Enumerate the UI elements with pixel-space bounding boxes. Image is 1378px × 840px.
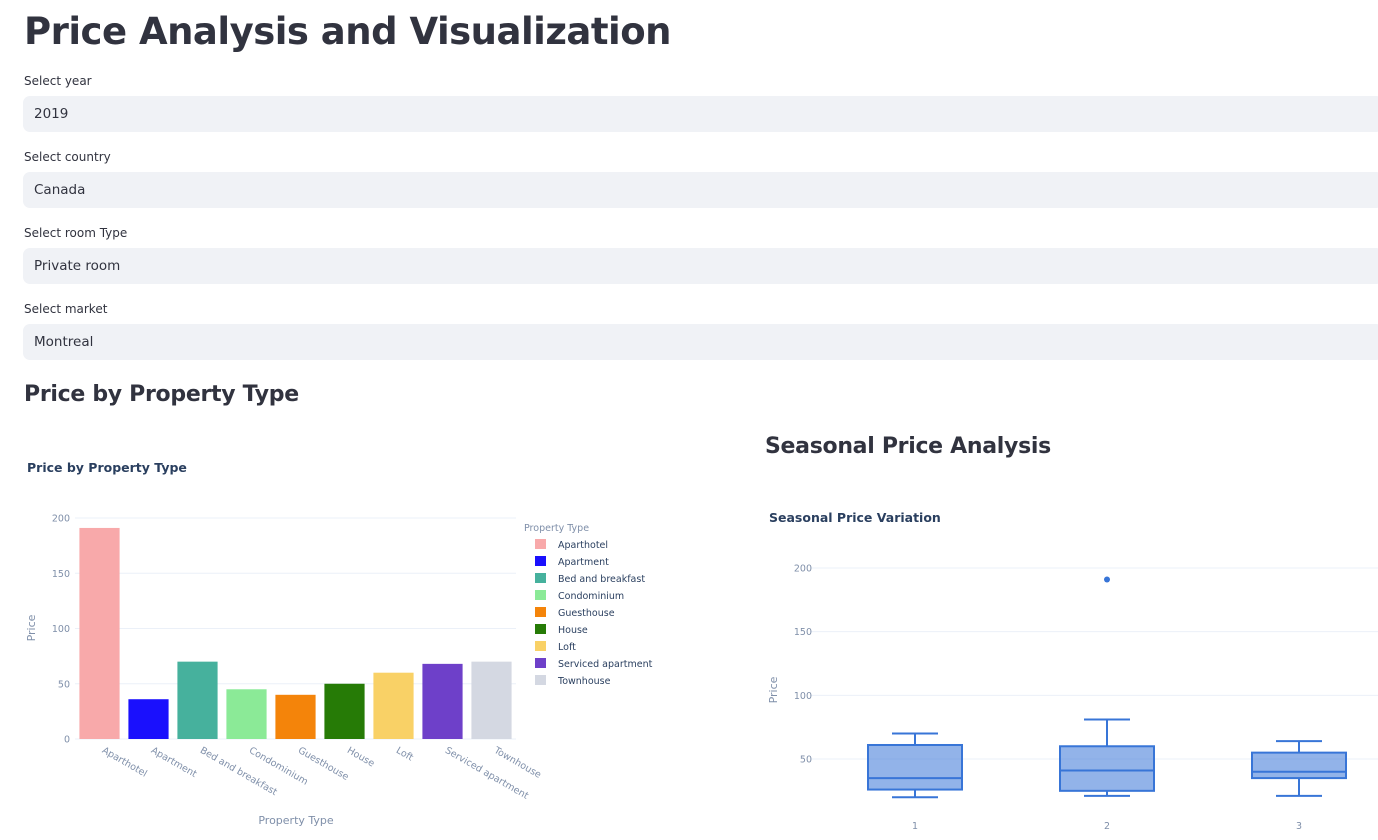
x-tick-label: Loft <box>394 745 415 764</box>
y-tick-label: 150 <box>794 627 812 638</box>
y-tick-label: 150 <box>52 569 70 580</box>
legend-item: Condominium <box>558 591 624 602</box>
seasonal-box-chart: Seasonal Price Variation 50 100 150 200 1 2 3… <box>767 510 1378 832</box>
bar <box>79 527 120 739</box>
legend-item: Apartment <box>558 557 609 568</box>
legend-swatch <box>535 658 546 668</box>
bar <box>177 661 218 739</box>
year-select[interactable]: 2019 <box>23 96 1378 132</box>
y-tick-label: 200 <box>52 514 70 525</box>
x-tick-label: 3 <box>1296 821 1302 832</box>
room-type-select-label: Select room Type <box>24 226 128 240</box>
legend-item: Guesthouse <box>558 608 615 619</box>
bar-chart-title: Price by Property Type <box>27 460 187 475</box>
bar-chart-x-label: Property Type <box>258 814 334 827</box>
box-chart-title: Seasonal Price Variation <box>769 510 941 525</box>
page-title: Price Analysis and Visualization <box>24 10 671 53</box>
country-select[interactable]: Canada <box>23 172 1378 208</box>
box <box>1251 751 1347 780</box>
legend-swatch <box>535 641 546 651</box>
bar <box>471 661 512 739</box>
legend-item: Loft <box>558 642 576 653</box>
legend-swatch <box>535 556 546 566</box>
bar <box>373 672 414 739</box>
x-tick-label: 2 <box>1104 821 1110 832</box>
box <box>1059 745 1155 792</box>
x-tick-label: Aparthotel <box>100 745 149 780</box>
legend-swatch <box>535 675 546 685</box>
x-tick-label: Serviced apartment <box>443 745 530 802</box>
y-tick-label: 50 <box>58 679 70 690</box>
y-tick-label: 100 <box>794 691 812 702</box>
x-tick-label: House <box>345 745 376 769</box>
bar-chart-y-label: Price <box>25 614 38 641</box>
legend-swatch <box>535 590 546 600</box>
room-type-select[interactable]: Private room <box>23 248 1378 284</box>
legend-item: Aparthotel <box>558 540 608 551</box>
legend-swatch <box>535 539 546 549</box>
bar <box>422 663 463 739</box>
market-select-label: Select market <box>24 302 108 316</box>
bar <box>275 694 316 739</box>
legend-item: Townhouse <box>557 676 611 687</box>
bar <box>324 683 365 739</box>
bar <box>128 699 169 739</box>
y-tick-label: 200 <box>794 564 812 575</box>
outlier-point <box>1104 576 1110 583</box>
year-select-label: Select year <box>24 74 92 88</box>
legend-item: Bed and breakfast <box>558 574 645 585</box>
x-tick-label: Apartment <box>149 745 199 780</box>
legend-item: Serviced apartment <box>558 659 653 670</box>
legend-swatch <box>535 607 546 617</box>
box <box>867 743 963 791</box>
seasonal-heading: Seasonal Price Analysis <box>765 434 1051 459</box>
property-type-bar-chart: Price by Property Type 0 50 100 150 200 Apar… <box>25 460 653 827</box>
bar <box>226 689 267 739</box>
legend-swatch <box>535 573 546 583</box>
x-tick-label: 1 <box>912 821 918 832</box>
y-tick-label: 0 <box>64 735 70 746</box>
property-type-heading: Price by Property Type <box>24 382 299 407</box>
legend-title: Property Type <box>524 523 589 534</box>
market-select[interactable]: Montreal <box>23 324 1378 360</box>
y-tick-label: 50 <box>800 755 812 766</box>
country-select-label: Select country <box>24 150 111 164</box>
y-tick-label: 100 <box>52 624 70 635</box>
legend-item: House <box>558 625 588 636</box>
legend-swatch <box>535 624 546 634</box>
box-chart-y-label: Price <box>767 676 780 703</box>
